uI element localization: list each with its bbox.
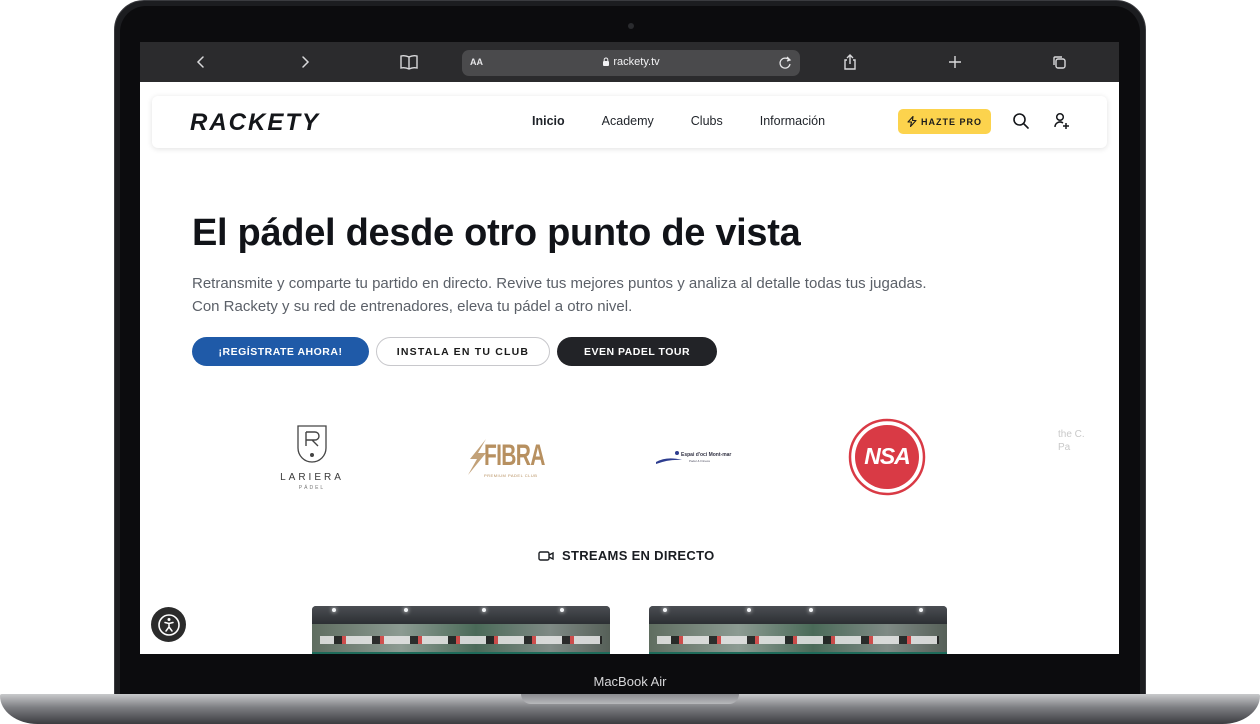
new-tab-icon[interactable] — [943, 50, 967, 74]
laptop-mockup: AA rackety.tv RACKETY Inicio Academy Clu… — [0, 0, 1260, 724]
stream-thumbnail[interactable] — [312, 606, 610, 654]
ceiling-light — [663, 608, 667, 612]
bookmarks-icon[interactable] — [397, 50, 421, 74]
thumb-ceiling — [649, 606, 947, 624]
thumb-banners — [657, 636, 939, 644]
thumb-banners — [320, 636, 602, 644]
forward-icon[interactable] — [293, 50, 317, 74]
back-icon[interactable] — [189, 50, 213, 74]
tabs-overview-icon[interactable] — [1047, 50, 1071, 74]
partner-logo-nsa: NSA — [848, 418, 926, 496]
camera-icon — [628, 23, 634, 29]
streams-heading-label: STREAMS EN DIRECTO — [562, 548, 715, 563]
lightning-icon — [907, 116, 917, 127]
ceiling-light — [404, 608, 408, 612]
lariera-name: LARIERA — [280, 472, 344, 483]
accessibility-icon — [157, 613, 180, 636]
install-club-button[interactable]: INSTALA EN TU CLUB — [376, 337, 550, 366]
register-button[interactable]: ¡REGÍSTRATE AHORA! — [192, 337, 369, 366]
stream-thumbnail[interactable] — [649, 606, 947, 654]
ceiling-light — [747, 608, 751, 612]
search-icon[interactable] — [1011, 111, 1031, 131]
ceiling-light — [809, 608, 813, 612]
hero-description: Retransmite y comparte tu partido en dir… — [192, 272, 1052, 318]
even-padel-tour-button[interactable]: EVEN PADEL TOUR — [557, 337, 717, 366]
browser-toolbar: AA rackety.tv — [140, 42, 1119, 82]
nsa-wordmark: NSA — [864, 443, 911, 469]
espai-swoosh-icon — [656, 451, 682, 464]
nav-item-informacion[interactable]: Información — [760, 114, 825, 128]
fibra-wordmark: FIBRA — [484, 439, 545, 472]
hazte-pro-label: HAZTE PRO — [920, 116, 982, 127]
nav-item-academy[interactable]: Academy — [602, 114, 654, 128]
thumb-court — [649, 652, 947, 654]
site-logo[interactable]: RACKETY — [190, 109, 320, 137]
nav-item-clubs[interactable]: Clubs — [691, 114, 723, 128]
video-camera-icon — [538, 550, 554, 561]
reload-icon[interactable] — [776, 54, 794, 72]
lariera-sub: PÁDEL — [298, 485, 326, 491]
hero-description-line-2: Con Rackety y su red de entrenadores, el… — [192, 298, 633, 315]
thumb-ceiling — [312, 606, 610, 624]
nav-item-inicio[interactable]: Inicio — [532, 114, 565, 128]
hero-description-line-1: Retransmite y comparte tu partido en dir… — [192, 275, 927, 292]
url-text: rackety.tv — [613, 56, 660, 68]
url-display: rackety.tv — [462, 56, 800, 68]
ceiling-light — [560, 608, 564, 612]
main-nav: Inicio Academy Clubs Información — [532, 114, 825, 128]
hazte-pro-button[interactable]: HAZTE PRO — [898, 109, 991, 134]
ceiling-light — [919, 608, 923, 612]
streams-heading: STREAMS EN DIRECTO — [538, 548, 715, 563]
hero-title: El pádel desde otro punto de vista — [192, 212, 801, 254]
accessibility-button[interactable] — [151, 607, 186, 642]
fibra-tagline: PREMIUM PADEL CLUB — [484, 473, 538, 478]
share-icon[interactable] — [838, 50, 862, 74]
partner-logo-espai: Espai d'oci Mont-mar Padel & Fitness — [655, 446, 737, 470]
espai-tagline: Padel & Fitness — [689, 459, 711, 463]
device-model-label: MacBook Air — [593, 674, 667, 689]
browser-screen: AA rackety.tv RACKETY Inicio Academy Clu… — [140, 42, 1119, 654]
ceiling-light — [482, 608, 486, 612]
partner-logo-lariera: LARIERA PÁDEL — [270, 424, 354, 494]
partner-logo-partial: the C. Pa — [1058, 429, 1085, 453]
lariera-emblem-icon — [297, 425, 327, 463]
espai-name: Espai d'oci Mont-mar — [681, 452, 732, 458]
laptop-hinge-notch — [521, 694, 739, 704]
address-bar[interactable]: AA rackety.tv — [462, 50, 800, 76]
ceiling-light — [332, 608, 336, 612]
thumb-court — [312, 652, 610, 654]
partner-logo-fibra: FIBRA PREMIUM PADEL CLUB — [466, 437, 546, 478]
lock-icon — [603, 57, 610, 66]
site-header: RACKETY Inicio Academy Clubs Información… — [152, 96, 1107, 148]
add-user-icon[interactable] — [1052, 111, 1072, 131]
